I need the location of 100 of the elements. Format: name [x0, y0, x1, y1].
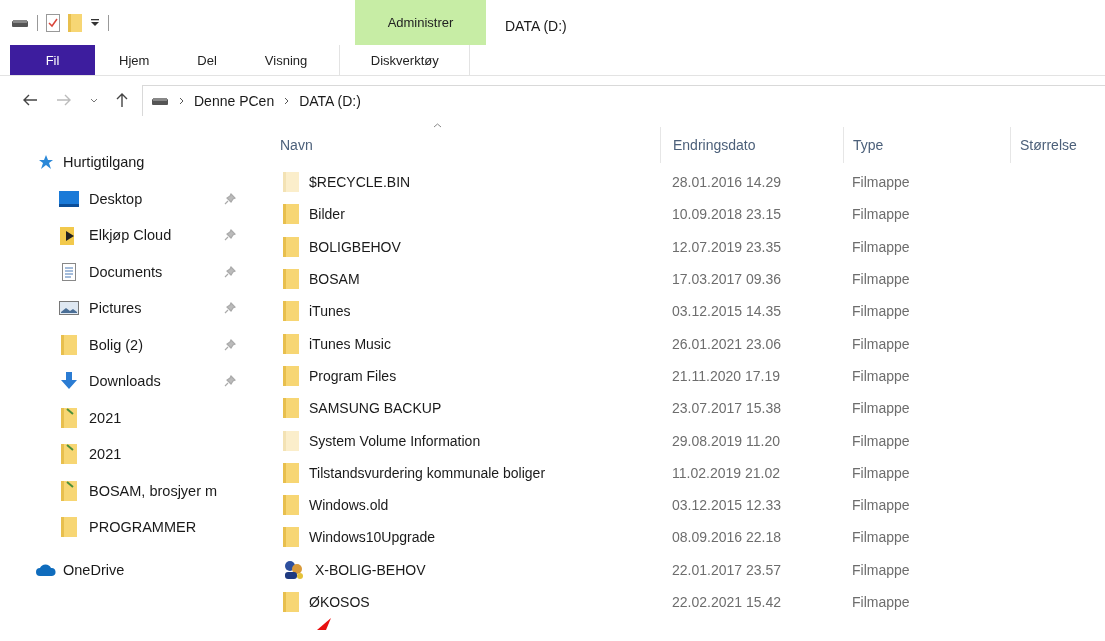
table-cell: 21.11.2020 17.19: [672, 367, 780, 384]
sidebar-item[interactable]: PROGRAMMER: [0, 509, 255, 546]
pin-icon[interactable]: [224, 375, 236, 388]
folder-shortcut-icon: [61, 407, 77, 428]
file-name[interactable]: iTunes Music: [309, 335, 391, 352]
file-name[interactable]: System Volume Information: [309, 432, 481, 449]
table-cell: 17.03.2017 09.36: [672, 271, 781, 288]
column-header[interactable]: Type: [853, 137, 884, 153]
folder-icon: [283, 269, 299, 290]
file-name[interactable]: $RECYCLE.BIN: [309, 174, 411, 191]
file-name[interactable]: Tilstandsvurdering kommunale boliger: [309, 464, 546, 481]
table-cell: Filmappe: [852, 367, 910, 384]
up-icon[interactable]: [116, 92, 128, 108]
table-cell: Filmappe: [852, 400, 910, 417]
table-cell: Filmappe: [852, 432, 910, 449]
sidebar-item[interactable]: 2021: [0, 436, 255, 473]
breadcrumb[interactable]: Denne PCen: [194, 92, 275, 109]
table-cell: Filmappe: [852, 497, 910, 514]
sidebar-item[interactable]: Hurtigtilgang: [0, 144, 255, 181]
folder-icon: [283, 430, 299, 451]
folder-icon: [283, 333, 299, 354]
folder-icon: [283, 172, 299, 193]
folder-icon: [61, 517, 77, 538]
pin-icon[interactable]: [224, 229, 236, 242]
table-cell: Filmappe: [852, 238, 910, 255]
drive-icon[interactable]: [11, 17, 29, 28]
table-cell: 23.07.2017 15.38: [672, 400, 781, 417]
folder-icon[interactable]: [68, 13, 82, 32]
file-name[interactable]: Windows10Upgrade: [309, 529, 436, 546]
drive-icon: [151, 96, 169, 105]
back-icon[interactable]: [22, 94, 38, 106]
table-cell: Filmappe: [852, 271, 910, 288]
folder-icon: [283, 527, 299, 548]
file-name[interactable]: Windows.old: [309, 497, 389, 514]
file-name[interactable]: X-BOLIG-BEHOV: [315, 561, 426, 578]
chevron-icon[interactable]: [90, 97, 98, 103]
sidebar-item[interactable]: Documents: [0, 253, 255, 290]
file-name[interactable]: BOSAM: [309, 271, 360, 288]
table-cell: Filmappe: [852, 464, 910, 481]
table-cell: 22.02.2021 15.42: [672, 594, 781, 610]
properties-icon[interactable]: [46, 13, 60, 32]
desktop-icon: [59, 190, 79, 207]
pin-icon[interactable]: [224, 302, 236, 315]
breadcrumb[interactable]: DATA (D:): [299, 92, 361, 109]
folder-icon: [283, 236, 299, 257]
file-name[interactable]: BOLIGBEHOV: [309, 238, 401, 255]
table-cell: 28.01.2016 14.29: [672, 174, 781, 191]
sidebar-item[interactable]: Elkjøp Cloud: [0, 217, 255, 254]
window-title: DATA (D:): [505, 18, 567, 34]
table-cell: Filmappe: [852, 174, 910, 191]
chevron-right-icon: [179, 96, 184, 105]
table-cell: 03.12.2015 12.33: [672, 497, 781, 514]
pictures-icon: [59, 301, 79, 316]
pin-icon[interactable]: [224, 338, 236, 351]
chevron-right-icon: [284, 96, 290, 105]
ribbon-tab[interactable]: Hjem: [95, 45, 174, 75]
folder-icon: [283, 592, 299, 612]
sidebar-item[interactable]: Downloads: [0, 363, 255, 400]
star-icon: [38, 154, 54, 171]
table-cell: Filmappe: [852, 206, 910, 223]
folder-icon: [61, 334, 77, 355]
sidebar-item[interactable]: Desktop: [0, 180, 255, 217]
column-header[interactable]: Navn: [280, 137, 313, 153]
ribbon-tab[interactable]: Diskverktøy: [339, 45, 471, 75]
ribbon-tab[interactable]: Fil: [10, 45, 95, 75]
context-group-label: Administrer: [387, 15, 454, 30]
table-cell: 10.09.2018 23.15: [672, 206, 781, 223]
sidebar-item[interactable]: Pictures: [0, 290, 255, 327]
cloud-icon: [36, 563, 56, 576]
folder-shortcut-icon: [61, 480, 77, 501]
file-name[interactable]: Bilder: [309, 206, 345, 223]
forward-icon[interactable]: [56, 94, 72, 106]
table-cell: Filmappe: [852, 561, 910, 578]
table-cell: Filmappe: [852, 303, 910, 320]
sidebar-item[interactable]: BOSAM, brosjyer m: [0, 472, 255, 509]
pin-icon[interactable]: [224, 192, 236, 205]
table-cell: 22.01.2017 23.57: [672, 561, 781, 578]
pin-icon[interactable]: [224, 265, 236, 278]
table-cell: 11.02.2019 21.02: [672, 464, 780, 481]
table-cell: 12.07.2019 23.35: [672, 238, 781, 255]
ribbon-tab[interactable]: Del: [173, 45, 241, 75]
file-name[interactable]: iTunes: [309, 303, 351, 320]
sidebar-item[interactable]: OneDrive: [0, 551, 255, 588]
folder-icon: [283, 495, 299, 516]
dropdown-icon[interactable]: [90, 18, 100, 27]
file-name[interactable]: SAMSUNG BACKUP: [309, 400, 442, 417]
sidebar-item[interactable]: 2021: [0, 399, 255, 436]
ribbon-tab[interactable]: Visning: [240, 45, 332, 75]
download-icon: [60, 372, 78, 391]
sort-caret-icon: [433, 123, 442, 128]
column-header[interactable]: Endringsdato: [673, 137, 756, 153]
table-cell: 29.08.2019 11.20: [672, 432, 780, 449]
column-header[interactable]: Størrelse: [1020, 137, 1077, 153]
file-name[interactable]: ØKOSOS: [309, 594, 370, 610]
table-cell: Filmappe: [852, 335, 910, 352]
file-name[interactable]: Program Files: [309, 367, 397, 384]
address-bar[interactable]: Denne PCen DATA (D:): [142, 84, 1105, 116]
table-cell: 26.01.2021 23.06: [672, 335, 781, 352]
sidebar-item[interactable]: Bolig (2): [0, 326, 255, 363]
folder-icon: [283, 301, 299, 322]
